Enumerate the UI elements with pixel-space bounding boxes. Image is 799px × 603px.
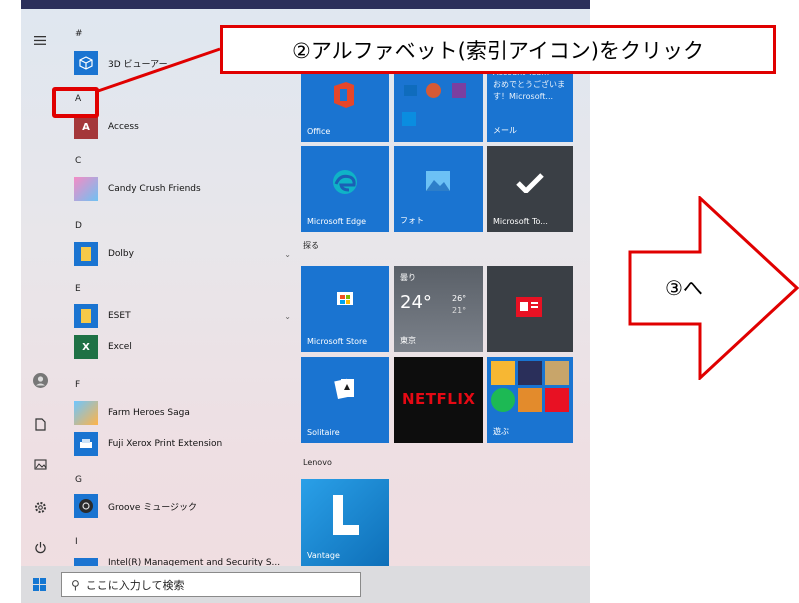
next-step-label: ③へ <box>665 276 703 300</box>
next-step-arrow <box>628 196 799 380</box>
highlight-index-a <box>52 87 99 118</box>
